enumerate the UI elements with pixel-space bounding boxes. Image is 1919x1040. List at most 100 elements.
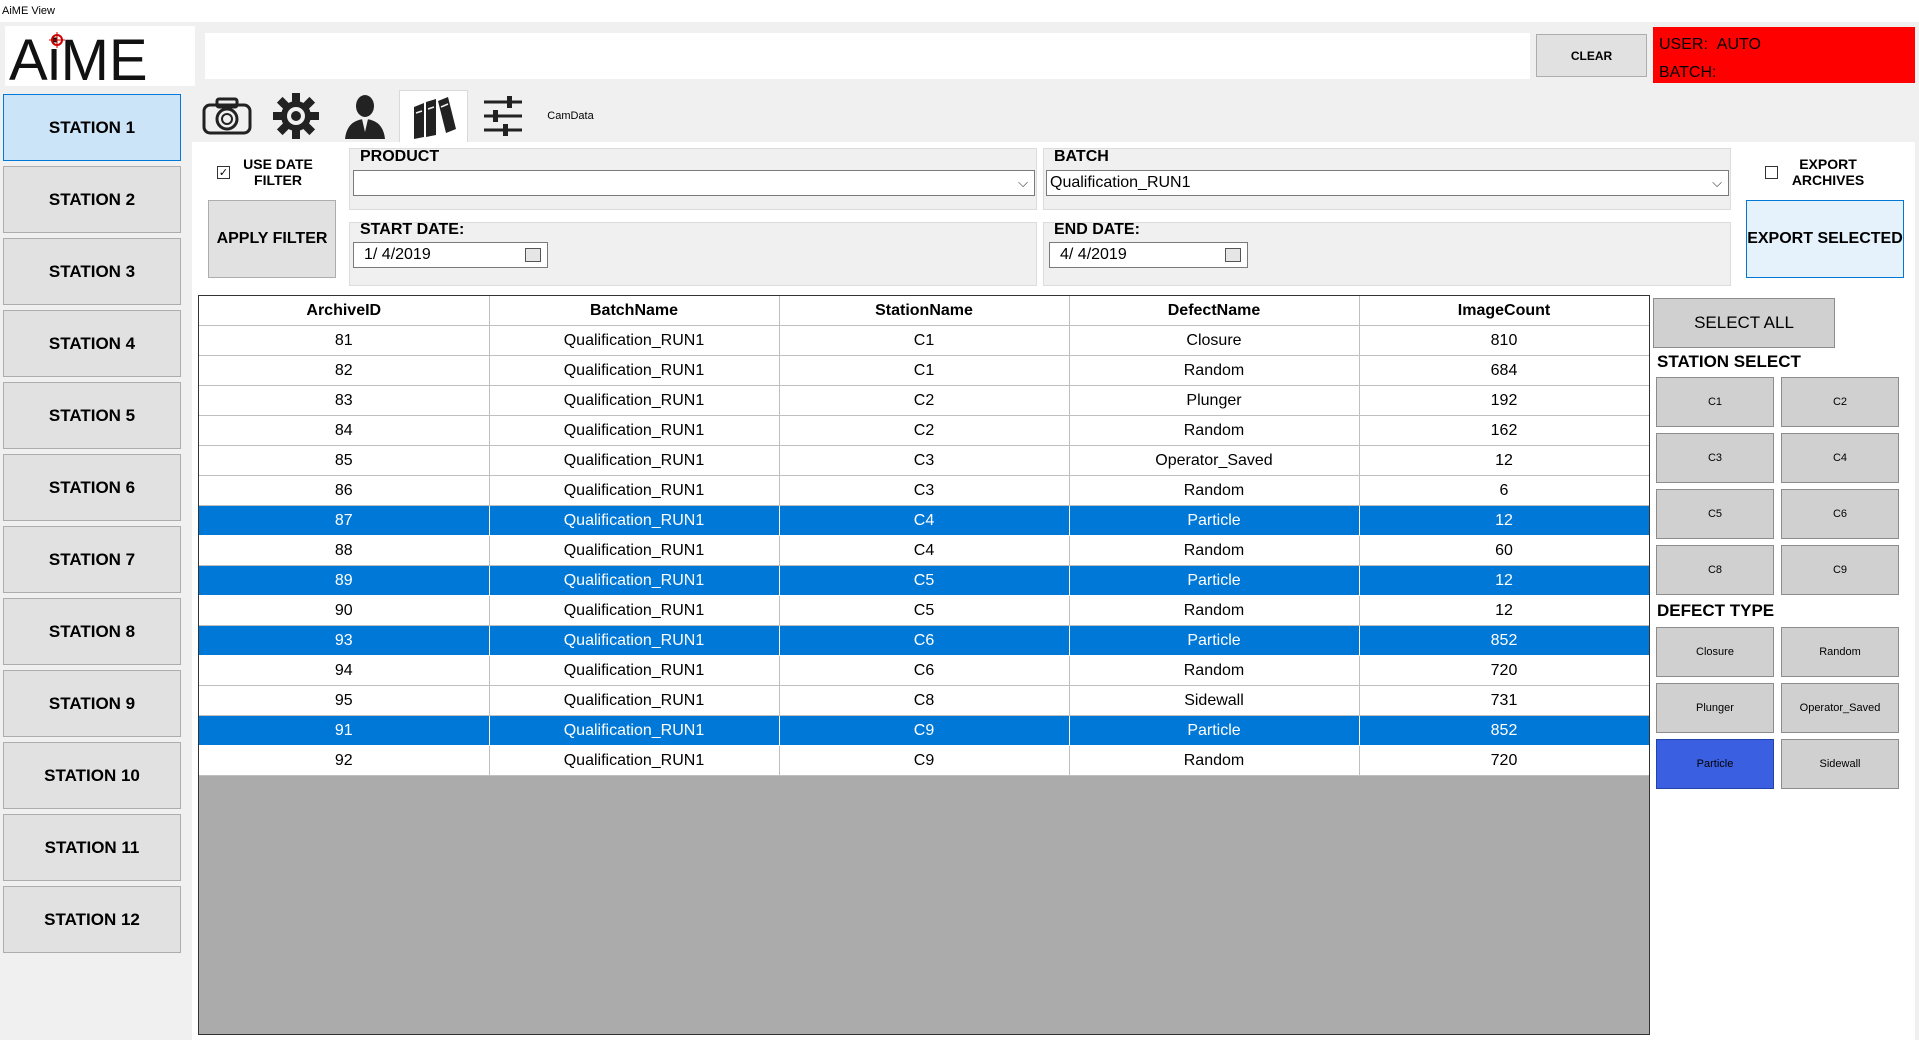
select-all-button[interactable]: SELECT ALL (1653, 298, 1835, 348)
cell-imagecount: 720 (1359, 745, 1649, 776)
station-12-button[interactable]: STATION 12 (3, 886, 181, 953)
start-date-picker[interactable]: 1/ 4/2019 (353, 242, 548, 268)
station-4-button[interactable]: STATION 4 (3, 310, 181, 377)
cell-stationname: C9 (779, 745, 1070, 776)
cell-batchname: Qualification_RUN1 (489, 445, 780, 476)
clear-button[interactable]: CLEAR (1536, 34, 1647, 77)
cell-batchname: Qualification_RUN1 (489, 745, 780, 776)
station-7-button[interactable]: STATION 7 (3, 526, 181, 593)
cell-stationname: C6 (779, 625, 1070, 656)
station-2-button[interactable]: STATION 2 (3, 166, 181, 233)
tab-users[interactable] (330, 90, 399, 142)
cell-defectname: Operator_Saved (1069, 445, 1360, 476)
tab-camera[interactable] (192, 90, 261, 142)
column-header-stationname[interactable]: StationName (779, 296, 1070, 326)
table-row[interactable]: 95 Qualification_RUN1 C8 Sidewall 731 (199, 685, 1649, 716)
export-selected-button[interactable]: EXPORT SELECTED (1746, 200, 1904, 278)
table-row[interactable]: 85 Qualification_RUN1 C3 Operator_Saved 12 (199, 445, 1649, 476)
table-row[interactable]: 83 Qualification_RUN1 C2 Plunger 192 (199, 385, 1649, 416)
start-date-label: START DATE: (360, 221, 464, 239)
defect-sidewall-button[interactable]: Sidewall (1781, 739, 1899, 789)
station-select-c6-button[interactable]: C6 (1781, 489, 1899, 539)
station-select-c2-button[interactable]: C2 (1781, 377, 1899, 427)
table-row[interactable]: 92 Qualification_RUN1 C9 Random 720 (199, 745, 1649, 776)
station-6-button[interactable]: STATION 6 (3, 454, 181, 521)
cell-stationname: C1 (779, 355, 1070, 386)
station-select-c8-button[interactable]: C8 (1656, 545, 1774, 595)
defect-random-button[interactable]: Random (1781, 627, 1899, 677)
defect-type-label: DEFECT TYPE (1657, 601, 1775, 620)
table-row[interactable]: 89 Qualification_RUN1 C5 Particle 12 (199, 565, 1649, 596)
tab-camdata[interactable]: CamData (536, 90, 605, 142)
use-date-filter-checkbox[interactable]: ✓ (217, 166, 230, 179)
batch-combo[interactable]: Qualification_RUN1 ⌵ (1046, 170, 1729, 196)
tab-settings[interactable] (261, 90, 330, 142)
defect-particle-button[interactable]: Particle (1656, 739, 1774, 789)
cell-stationname: C4 (779, 535, 1070, 566)
defect-plunger-button[interactable]: Plunger (1656, 683, 1774, 733)
export-archives-checkbox[interactable] (1765, 166, 1778, 179)
end-date-picker[interactable]: 4/ 4/2019 (1049, 242, 1248, 268)
cell-stationname: C8 (779, 685, 1070, 716)
cell-stationname: C3 (779, 475, 1070, 506)
cell-stationname: C3 (779, 445, 1070, 476)
defect-closure-button[interactable]: Closure (1656, 627, 1774, 677)
station-3-button[interactable]: STATION 3 (3, 238, 181, 305)
defect-operator-saved-button[interactable]: Operator_Saved (1781, 683, 1899, 733)
cell-imagecount: 192 (1359, 385, 1649, 416)
cell-archiveid: 95 (199, 685, 490, 716)
table-row[interactable]: 81 Qualification_RUN1 C1 Closure 810 (199, 325, 1649, 356)
station-5-button[interactable]: STATION 5 (3, 382, 181, 449)
station-11-button[interactable]: STATION 11 (3, 814, 181, 881)
archive-grid[interactable]: ArchiveID BatchName StationName DefectNa… (198, 295, 1650, 1035)
cell-archiveid: 90 (199, 595, 490, 626)
column-header-archiveid[interactable]: ArchiveID (199, 296, 490, 326)
station-select-c1-button[interactable]: C1 (1656, 377, 1774, 427)
cell-imagecount: 12 (1359, 505, 1649, 536)
table-row[interactable]: 82 Qualification_RUN1 C1 Random 684 (199, 355, 1649, 386)
table-row[interactable]: 88 Qualification_RUN1 C4 Random 60 (199, 535, 1649, 566)
archive-books-icon (413, 96, 456, 139)
export-archives-label: EXPORT ARCHIVES (1791, 156, 1865, 188)
station-10-button[interactable]: STATION 10 (3, 742, 181, 809)
station-select-label: STATION SELECT (1657, 352, 1801, 371)
cell-imagecount: 731 (1359, 685, 1649, 716)
table-row[interactable]: 93 Qualification_RUN1 C6 Particle 852 (199, 625, 1649, 656)
table-row[interactable]: 84 Qualification_RUN1 C2 Random 162 (199, 415, 1649, 446)
station-8-button[interactable]: STATION 8 (3, 598, 181, 665)
station-select-c4-button[interactable]: C4 (1781, 433, 1899, 483)
cell-imagecount: 684 (1359, 355, 1649, 386)
cell-stationname: C4 (779, 505, 1070, 536)
cell-imagecount: 720 (1359, 655, 1649, 686)
batch-label: BATCH: (1659, 64, 1717, 81)
table-row[interactable]: 87 Qualification_RUN1 C4 Particle 12 (199, 505, 1649, 536)
cell-archiveid: 91 (199, 715, 490, 746)
apply-filter-button[interactable]: APPLY FILTER (208, 200, 336, 278)
station-select-c3-button[interactable]: C3 (1656, 433, 1774, 483)
tab-archives[interactable] (399, 90, 468, 142)
cell-batchname: Qualification_RUN1 (489, 685, 780, 716)
column-header-batchname[interactable]: BatchName (489, 296, 780, 326)
table-header-row: ArchiveID BatchName StationName DefectNa… (199, 296, 1649, 326)
station-1-button[interactable]: STATION 1 (3, 94, 181, 161)
table-row[interactable]: 94 Qualification_RUN1 C6 Random 720 (199, 655, 1649, 686)
cell-stationname: C6 (779, 655, 1070, 686)
product-combo[interactable]: ⌵ (353, 170, 1035, 196)
table-row[interactable]: 86 Qualification_RUN1 C3 Random 6 (199, 475, 1649, 506)
station-9-button[interactable]: STATION 9 (3, 670, 181, 737)
column-header-defectname[interactable]: DefectName (1069, 296, 1360, 326)
cell-imagecount: 12 (1359, 595, 1649, 626)
tab-adjustments[interactable] (468, 90, 537, 142)
station-select-c5-button[interactable]: C5 (1656, 489, 1774, 539)
table-row[interactable]: 91 Qualification_RUN1 C9 Particle 852 (199, 715, 1649, 746)
cell-archiveid: 93 (199, 625, 490, 656)
start-date-label-text: START DATE: (360, 221, 465, 238)
cell-archiveid: 94 (199, 655, 490, 686)
cell-imagecount: 852 (1359, 625, 1649, 656)
calendar-icon (1225, 248, 1241, 262)
cell-defectname: Particle (1069, 565, 1360, 596)
table-row[interactable]: 90 Qualification_RUN1 C5 Random 12 (199, 595, 1649, 626)
cell-archiveid: 84 (199, 415, 490, 446)
station-select-c9-button[interactable]: C9 (1781, 545, 1899, 595)
column-header-imagecount[interactable]: ImageCount (1359, 296, 1649, 326)
